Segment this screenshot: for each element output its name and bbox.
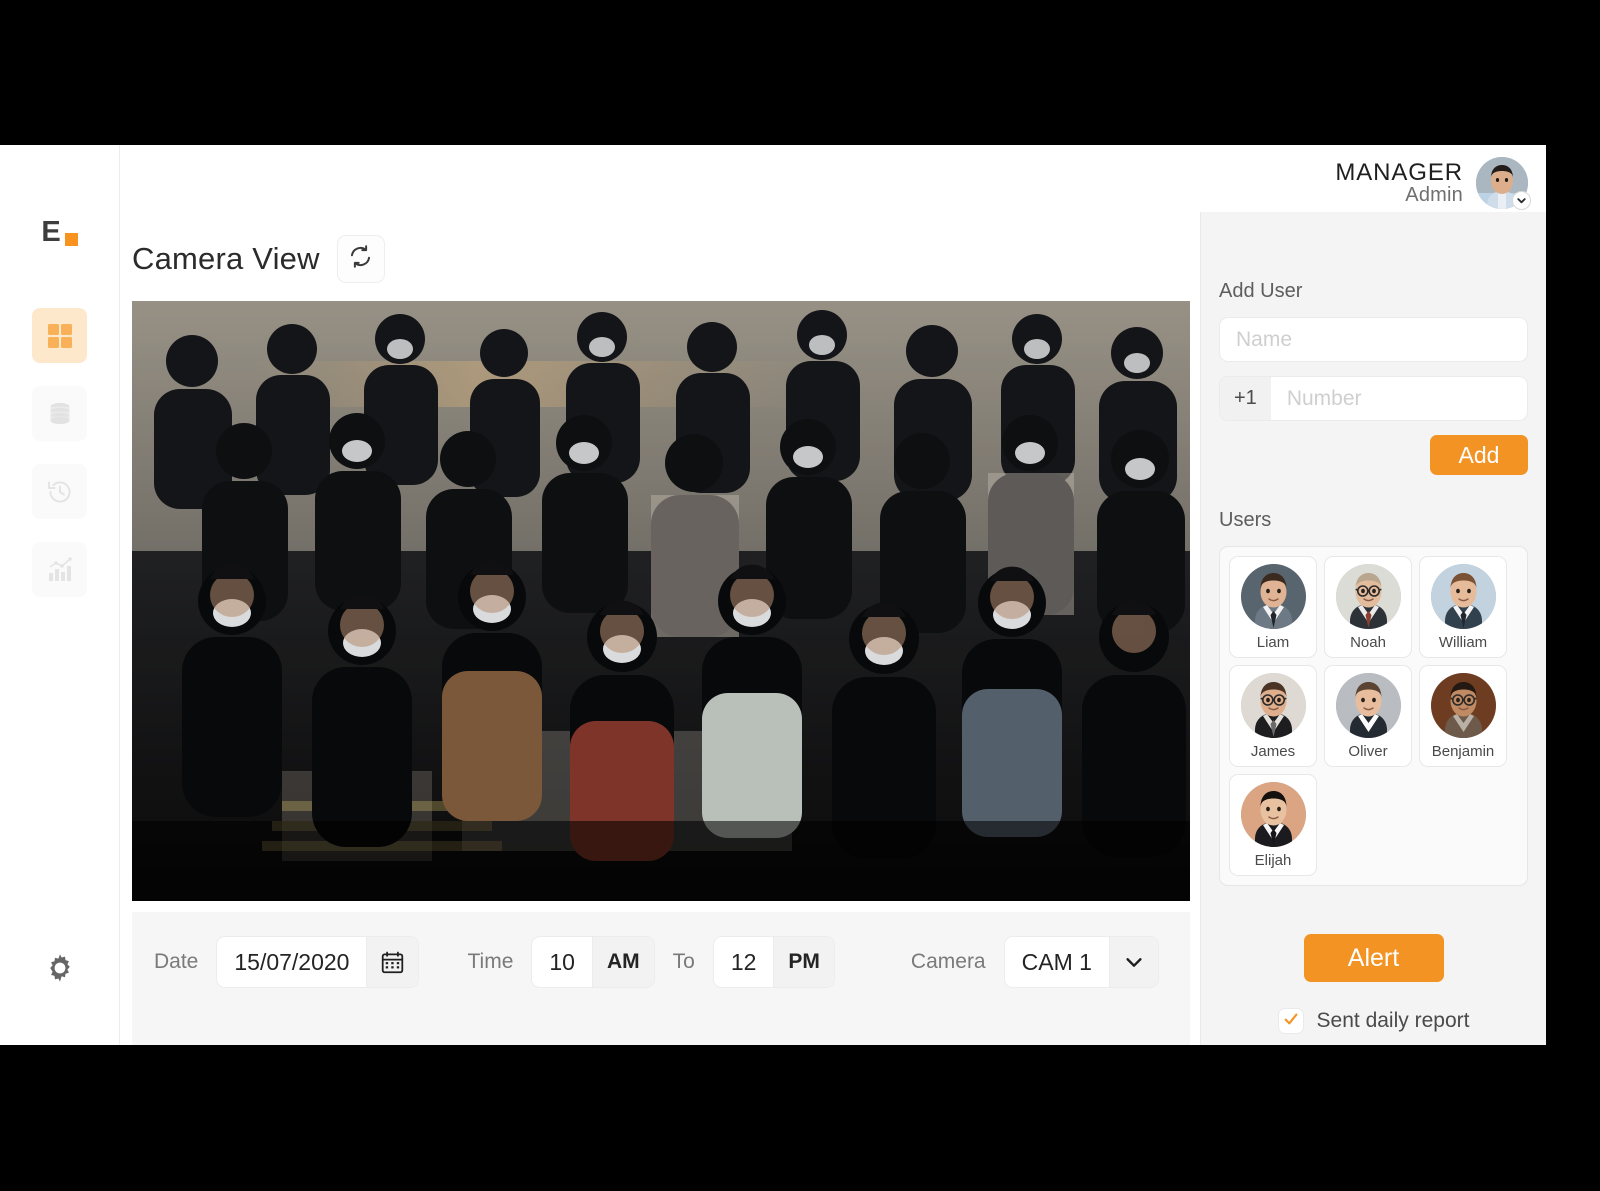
add-user-button[interactable]: Add bbox=[1430, 435, 1528, 475]
gear-icon bbox=[43, 951, 77, 990]
user-avatar bbox=[1336, 564, 1401, 629]
logo-letter: E bbox=[41, 218, 59, 247]
alert-section: Alert Sent daily report bbox=[1219, 934, 1528, 1034]
user-card[interactable]: Noah bbox=[1324, 556, 1412, 658]
user-avatar bbox=[1336, 673, 1401, 738]
add-user-section: Add User +1 Add bbox=[1219, 280, 1528, 475]
sent-daily-report-row[interactable]: Sent daily report bbox=[1278, 1008, 1470, 1034]
bar-chart-icon bbox=[46, 556, 74, 584]
camera-scene bbox=[132, 301, 1190, 901]
logo-accent-square bbox=[65, 233, 78, 246]
sidebar: E bbox=[0, 145, 120, 1045]
add-user-heading: Add User bbox=[1219, 280, 1528, 303]
calendar-icon[interactable] bbox=[366, 937, 418, 987]
sent-daily-report-label: Sent daily report bbox=[1317, 1009, 1470, 1033]
right-panel: MANAGER Admin bbox=[1200, 212, 1546, 1045]
number-field-row[interactable]: +1 bbox=[1219, 376, 1528, 421]
time-from-field[interactable]: 10 AM bbox=[531, 936, 654, 988]
time-to-value[interactable]: 12 bbox=[714, 937, 774, 987]
account-name: MANAGER bbox=[1335, 160, 1463, 185]
sent-daily-report-checkbox[interactable] bbox=[1278, 1008, 1304, 1034]
user-avatar bbox=[1241, 782, 1306, 847]
user-card[interactable]: James bbox=[1229, 665, 1317, 767]
chevron-down-icon[interactable] bbox=[1512, 191, 1531, 210]
user-name: James bbox=[1251, 743, 1295, 760]
time-to-meridiem[interactable]: PM bbox=[773, 937, 834, 987]
camera-section: Camera View bbox=[120, 212, 1200, 1045]
time-control: Time 10 AM To 12 PM bbox=[467, 936, 834, 988]
app-logo: E bbox=[41, 217, 77, 247]
date-control: Date 15/07/2020 bbox=[154, 936, 419, 988]
date-field[interactable]: 15/07/2020 bbox=[216, 936, 419, 988]
time-from-value[interactable]: 10 bbox=[532, 937, 592, 987]
users-list: Liam Noah William James Oliver Benjamin Elijah bbox=[1219, 546, 1528, 886]
settings-button[interactable] bbox=[40, 950, 80, 990]
main-column: Camera View bbox=[120, 145, 1546, 1045]
crowd-scene-graphic bbox=[132, 301, 1190, 901]
live-camera-feed[interactable] bbox=[132, 301, 1190, 901]
user-name: Liam bbox=[1257, 634, 1290, 651]
user-card[interactable]: Benjamin bbox=[1419, 665, 1507, 767]
refresh-button[interactable] bbox=[337, 235, 385, 283]
avatar[interactable] bbox=[1476, 157, 1528, 209]
camera-select[interactable]: CAM 1 bbox=[1004, 936, 1159, 988]
camera-controls-bar: Date 15/07/2020 bbox=[132, 912, 1190, 1045]
app-window: E bbox=[0, 145, 1546, 1045]
sidebar-item-analytics[interactable] bbox=[32, 542, 87, 597]
to-label: To bbox=[673, 950, 695, 974]
name-input[interactable] bbox=[1220, 318, 1527, 361]
number-input[interactable] bbox=[1271, 377, 1527, 420]
time-label: Time bbox=[467, 950, 513, 974]
topbar bbox=[120, 145, 1546, 212]
date-value[interactable]: 15/07/2020 bbox=[217, 937, 366, 987]
chevron-down-icon[interactable] bbox=[1109, 937, 1158, 987]
grid-dashboard-icon bbox=[46, 322, 74, 350]
alert-button[interactable]: Alert bbox=[1304, 934, 1444, 982]
user-card[interactable]: Liam bbox=[1229, 556, 1317, 658]
user-name: Oliver bbox=[1348, 743, 1387, 760]
sidebar-nav bbox=[32, 308, 87, 597]
account-role: Admin bbox=[1335, 185, 1463, 206]
user-name: Noah bbox=[1350, 634, 1386, 651]
user-avatar bbox=[1241, 673, 1306, 738]
database-icon bbox=[46, 400, 74, 428]
camera-header: Camera View bbox=[132, 212, 1200, 301]
time-to-field[interactable]: 12 PM bbox=[713, 936, 835, 988]
date-label: Date bbox=[154, 950, 198, 974]
content-row: Camera View bbox=[120, 212, 1546, 1045]
user-avatar bbox=[1431, 564, 1496, 629]
sidebar-item-history[interactable] bbox=[32, 464, 87, 519]
user-card[interactable]: Elijah bbox=[1229, 774, 1317, 876]
name-field-row[interactable] bbox=[1219, 317, 1528, 362]
country-code-chip[interactable]: +1 bbox=[1220, 377, 1271, 420]
history-clock-icon bbox=[46, 478, 74, 506]
sidebar-item-dashboard[interactable] bbox=[32, 308, 87, 363]
user-card[interactable]: Oliver bbox=[1324, 665, 1412, 767]
account-names: MANAGER Admin bbox=[1335, 160, 1463, 206]
user-avatar bbox=[1241, 564, 1306, 629]
user-name: Elijah bbox=[1255, 852, 1292, 869]
page-title: Camera View bbox=[132, 241, 320, 277]
user-name: Benjamin bbox=[1432, 743, 1495, 760]
user-card[interactable]: William bbox=[1419, 556, 1507, 658]
user-name: William bbox=[1439, 634, 1487, 651]
sidebar-item-database[interactable] bbox=[32, 386, 87, 441]
refresh-icon bbox=[348, 244, 373, 274]
account-menu[interactable]: MANAGER Admin bbox=[1335, 157, 1528, 209]
camera-select-control: Camera CAM 1 bbox=[911, 936, 1159, 988]
time-from-meridiem[interactable]: AM bbox=[592, 937, 654, 987]
users-section: Users Liam Noah William James Oliver Benjamin… bbox=[1219, 509, 1528, 886]
users-heading: Users bbox=[1219, 509, 1528, 532]
camera-value[interactable]: CAM 1 bbox=[1005, 937, 1109, 987]
user-avatar bbox=[1431, 673, 1496, 738]
check-icon bbox=[1283, 1011, 1299, 1032]
camera-label: Camera bbox=[911, 950, 986, 974]
